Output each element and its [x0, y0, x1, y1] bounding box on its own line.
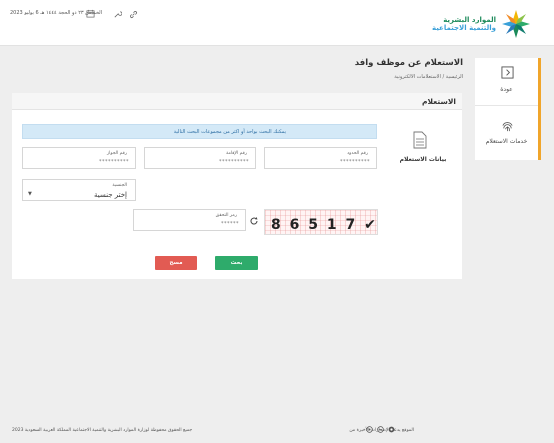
sidebar-item-back[interactable]: عودة: [475, 58, 538, 106]
search-button[interactable]: بحث: [215, 256, 258, 270]
sidebar-item-label: خدمات الاستعلام: [485, 138, 528, 145]
verification-code-input[interactable]: [149, 221, 239, 227]
fingerprint-icon: [502, 122, 513, 132]
field-label: رقم الإقامة: [226, 151, 247, 156]
refresh-icon[interactable]: [249, 216, 259, 226]
sidebar-active-accent: [538, 58, 541, 160]
sidebar-item-label: عودة: [500, 86, 513, 93]
border-number-input[interactable]: [280, 159, 370, 165]
side-nav: عودة خدمات الاستعلام: [475, 58, 541, 160]
clear-button[interactable]: مسح: [155, 256, 197, 270]
browser-icon: [377, 426, 384, 433]
card-header: الاستعلام: [12, 93, 462, 110]
field-label: رقم الجواز: [106, 151, 127, 156]
ministry-logo[interactable]: الموارد البشرية والتنمية الاجتماعية: [424, 8, 532, 40]
logo-text: الموارد البشرية والتنمية الاجتماعية: [432, 16, 496, 32]
breadcrumb[interactable]: الرئيسية / الاستعلامات الالكترونية: [394, 74, 463, 80]
browser-icon: [388, 426, 395, 433]
field-label: رمز التحقق: [215, 213, 237, 218]
back-arrow-icon: [501, 66, 514, 79]
tools-icon[interactable]: [113, 10, 122, 19]
info-alert: يمكنك البحث بواحد أو اكثر من مجموعات الب…: [22, 124, 377, 139]
logo-mark-icon: [502, 10, 530, 38]
iqama-number-input[interactable]: [159, 159, 249, 165]
passport-number-input[interactable]: [39, 159, 129, 165]
field-label: رقم الحدود: [347, 151, 368, 156]
iqama-number-field[interactable]: رقم الإقامة: [144, 147, 256, 169]
link-icon[interactable]: [129, 10, 138, 19]
verification-code-field[interactable]: رمز التحقق: [133, 209, 246, 231]
calendar-icon: [86, 9, 95, 18]
document-icon: [413, 131, 427, 149]
passport-number-field[interactable]: رقم الجواز: [22, 147, 136, 169]
nationality-select[interactable]: الجنسية إختر جنسية ▼: [22, 179, 136, 201]
captcha-image: 8 6 5 1 7 ✔: [264, 209, 378, 235]
card-title: الاستعلام: [421, 97, 456, 106]
sidebar-item-inquiry-services[interactable]: خدمات الاستعلام: [475, 110, 538, 158]
chevron-down-icon: ▼: [28, 191, 32, 197]
section-label: بيانات الاستعلام: [399, 156, 447, 163]
top-header: الموارد البشرية والتنمية الاجتماعية الخم…: [0, 0, 554, 46]
field-label: الجنسية: [112, 183, 127, 188]
nationality-selected-value: إختر جنسية: [93, 191, 127, 199]
logo-line-2: والتنمية الاجتماعية: [431, 24, 496, 32]
captcha-text: 8 6 5 1 7 ✔: [271, 217, 378, 233]
info-alert-text: يمكنك البحث بواحد أو اكثر من مجموعات الب…: [173, 129, 286, 135]
inquiry-card: الاستعلام يمكنك البحث بواحد أو اكثر من م…: [12, 93, 462, 279]
browser-icon: [366, 426, 373, 433]
page-title: الاستعلام عن موظف وافد: [354, 58, 463, 68]
logo-line-1: الموارد البشرية: [443, 16, 496, 24]
border-number-field[interactable]: رقم الحدود: [264, 147, 377, 169]
footer-copyright: جميع الحقوق محفوظة لوزارة الموارد البشري…: [12, 428, 193, 433]
captcha-graphic: 8 6 5 1 7 ✔: [265, 210, 378, 234]
